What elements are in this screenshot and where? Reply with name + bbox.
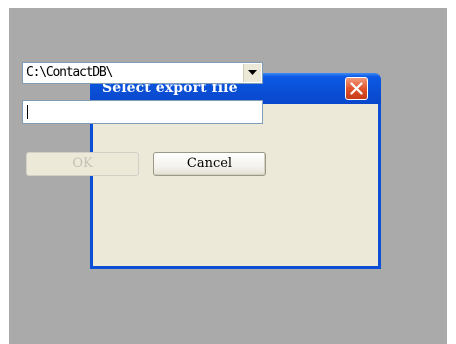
filename-input[interactable] <box>22 100 263 124</box>
folder-select-value: C:\ContactDB\ <box>26 65 113 80</box>
text-caret <box>27 105 28 119</box>
folder-select[interactable]: C:\ContactDB\ <box>22 62 263 84</box>
folder-select-dropdown-button[interactable] <box>243 64 261 82</box>
chevron-down-icon <box>248 70 257 75</box>
close-button[interactable] <box>345 77 368 100</box>
dialog-client-area <box>93 104 378 266</box>
ok-button[interactable]: OK <box>26 152 139 176</box>
close-x-icon <box>350 82 363 95</box>
cancel-button[interactable]: Cancel <box>153 152 266 176</box>
